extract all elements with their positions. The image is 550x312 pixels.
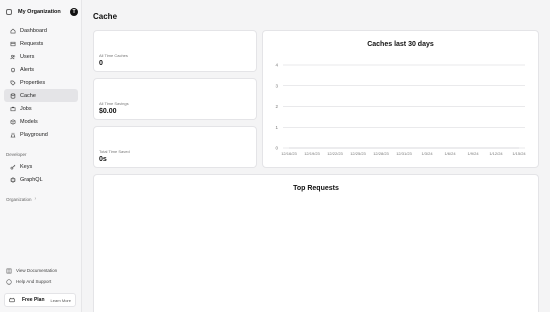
tag-icon	[10, 80, 16, 86]
sidebar-item-alerts[interactable]: Alerts	[4, 63, 78, 76]
chevron-right-icon: ›	[34, 196, 37, 202]
home-icon	[10, 28, 16, 34]
x-tick-label: 12/19/23	[304, 151, 320, 156]
developer-section-label: Developer	[6, 152, 27, 157]
help-icon	[6, 278, 12, 285]
learn-more-link[interactable]: Learn More	[51, 298, 71, 303]
sidebar-item-label: Playground	[20, 131, 48, 138]
database-icon	[10, 93, 16, 99]
x-tick-label: 1/12/24	[489, 151, 503, 156]
help-and-support-link[interactable]: Help And Support	[4, 276, 78, 287]
y-tick-label: 3	[275, 83, 278, 88]
organization-section-toggle[interactable]: Organization ›	[6, 196, 36, 202]
org-switcher[interactable]: My Organization T	[6, 6, 78, 18]
sidebar-item-cache[interactable]: Cache	[4, 89, 78, 102]
main-content: Cache All Time Caches 0 All Time Savings…	[82, 0, 550, 312]
help-and-support-label: Help And Support	[16, 279, 52, 284]
briefcase-icon	[10, 106, 16, 112]
sidebar-item-label: Requests	[20, 40, 44, 47]
cube-icon	[10, 118, 16, 125]
book-icon	[6, 268, 12, 274]
bell-icon	[10, 67, 16, 73]
stat-value: $0.00	[99, 108, 117, 115]
stat-label: Total Time Saved	[99, 149, 130, 154]
x-tick-label: 12/31/23	[396, 151, 412, 156]
sidebar-item-graphql[interactable]: GraphQL	[4, 173, 78, 186]
avatar[interactable]: T	[70, 8, 78, 16]
stat-label: All Time Caches	[99, 53, 128, 58]
y-tick-label: 2	[275, 104, 278, 109]
org-logo-icon	[6, 9, 12, 15]
sidebar-item-label: GraphQL	[20, 176, 43, 183]
beaker-icon	[10, 132, 16, 138]
sidebar-item-playground[interactable]: Playground	[4, 128, 78, 141]
sidebar-item-label: Alerts	[20, 66, 35, 73]
org-name: My Organization	[18, 9, 61, 15]
sidebar-item-keys[interactable]: Keys	[4, 160, 78, 173]
x-tick-label: 1/9/24	[467, 151, 479, 156]
sidebar-item-users[interactable]: Users	[4, 50, 78, 63]
x-tick-label: 12/25/23	[350, 151, 366, 156]
sidebar-item-label: Users	[20, 53, 35, 60]
sidebar-item-label: Models	[20, 118, 38, 125]
top-requests-card: Top Requests	[93, 174, 539, 312]
stat-card-total-time-saved: Total Time Saved 0s	[93, 126, 257, 168]
developer-nav: Keys GraphQL	[0, 160, 82, 186]
graphql-icon	[10, 176, 16, 183]
sidebar-item-jobs[interactable]: Jobs	[4, 102, 78, 115]
x-tick-label: 1/3/24	[421, 151, 433, 156]
sidebar-item-dashboard[interactable]: Dashboard	[4, 24, 78, 37]
stat-card-all-time-caches: All Time Caches 0	[93, 30, 257, 72]
sidebar-item-label: Properties	[20, 79, 46, 86]
sidebar-item-requests[interactable]: Requests	[4, 37, 78, 50]
x-tick-label: 12/28/23	[373, 151, 389, 156]
stat-value: 0	[99, 60, 103, 67]
caches-line-chart: 0 1 2 3 4 12/16/23 12/19/23 12/22/23 12/25/23 12/…	[275, 63, 526, 157]
sidebar-item-label: Cache	[20, 92, 36, 99]
sidebar-item-label: Jobs	[20, 105, 32, 112]
sidebar-item-label: Dashboard	[20, 27, 47, 34]
stat-value: 0s	[99, 156, 107, 163]
y-tick-label: 1	[275, 125, 278, 130]
x-tick-label: 12/16/23	[281, 151, 297, 156]
users-icon	[10, 54, 16, 60]
y-tick-label: 4	[275, 63, 278, 68]
table-icon	[10, 41, 16, 47]
sidebar-item-models[interactable]: Models	[4, 115, 78, 128]
main-nav: Dashboard Requests Users Alerts Properties Ca…	[0, 24, 82, 141]
sidebar-item-properties[interactable]: Properties	[4, 76, 78, 89]
y-tick-label: 0	[275, 146, 278, 151]
view-documentation-link[interactable]: View Documentation	[4, 265, 78, 276]
plan-name: Free Plan	[22, 297, 45, 303]
plan-card: Free Plan Learn More	[4, 293, 76, 307]
plan-icon	[9, 297, 15, 303]
view-documentation-label: View Documentation	[16, 268, 58, 273]
sidebar-item-label: Keys	[20, 163, 33, 170]
stat-label: All Time Savings	[99, 101, 129, 106]
x-tick-label: 1/15/24	[512, 151, 526, 156]
x-tick-label: 1/6/24	[444, 151, 456, 156]
organization-section-label: Organization	[6, 196, 32, 202]
stat-card-all-time-savings: All Time Savings $0.00	[93, 78, 257, 120]
sidebar: My Organization T Dashboard Requests Users…	[0, 0, 82, 312]
caches-chart-card: 0 1 2 3 4 12/16/23 12/19/23 12/22/23 12/25/23 12/…	[262, 30, 539, 168]
chart-title: Caches last 30 days	[367, 41, 434, 48]
top-requests-title: Top Requests	[293, 185, 339, 192]
key-icon	[10, 164, 16, 170]
page-title: Cache	[93, 12, 118, 21]
x-tick-label: 12/22/23	[327, 151, 343, 156]
